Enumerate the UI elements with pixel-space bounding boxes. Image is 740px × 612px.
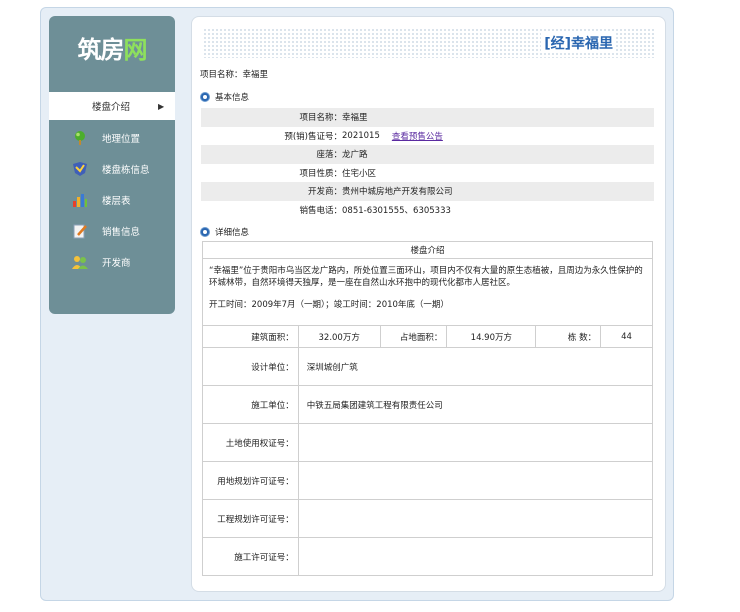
cell-label: 设计单位： [202, 347, 299, 386]
info-row: 项目名称： 幸福里 [201, 108, 654, 127]
info-key: 项目性质： [299, 168, 342, 179]
sidebar-item-label: 楼盘介绍 [92, 102, 131, 113]
description-text: “幸福里”位于贵阳市乌当区龙广路内，所处位置三面环山，项目内不仅有大量的原生态植… [209, 266, 643, 288]
info-row: 开发商： 贵州中城房地产开发有限公司 [201, 182, 654, 201]
basic-info-heading: 基本信息 [200, 91, 249, 103]
main-panel: [经]幸福里 项目名称：幸福里 基本信息 项目名称： 幸福里 预(销)售证号： 20… [191, 16, 666, 592]
cell-value: 中铁五局集团建筑工程有限责任公司 [297, 385, 654, 424]
description-cell: “幸福里”位于贵阳市乌当区龙广路内，所处位置三面环山，项目内不仅有大量的原生态植… [202, 258, 653, 326]
radio-bullet-icon [200, 227, 210, 237]
title-bar: [经]幸福里 [203, 28, 654, 58]
basic-info-list: 项目名称： 幸福里 预(销)售证号： 2021015 查看预售公告 座落： 龙广路 项目… [201, 108, 654, 219]
sidebar: 筑房网 楼盘介绍 ▶ 地理位置 楼盘栋信息 楼层表 销售信息 开发商 [49, 16, 175, 314]
info-key: 开发商： [307, 187, 342, 198]
info-key: 项目名称： [299, 113, 342, 124]
chart-icon [72, 192, 88, 208]
project-name-line: 项目名称：幸福里 [200, 70, 269, 80]
table-row: 设计单位： 深圳城创广筑 [202, 347, 654, 386]
info-key: 预(销)售证号： [284, 131, 342, 142]
sidebar-item-developer[interactable]: 开发商 [49, 249, 175, 275]
sidebar-item-floors[interactable]: 楼层表 [49, 187, 175, 213]
cell-label: 占地面积： [379, 325, 448, 348]
info-value: 幸福里 [342, 113, 368, 124]
info-key: 座落： [316, 150, 342, 161]
cell-value: 44 [600, 325, 653, 348]
table-row: 施工许可证号： [202, 537, 654, 576]
section-label: 详细信息 [215, 228, 250, 238]
cell-label: 建筑面积： [202, 325, 299, 348]
cell-label: 栋 数： [535, 325, 602, 348]
detail-info-heading: 详细信息 [200, 226, 249, 238]
info-value: 住宅小区 [342, 168, 377, 179]
info-value: 贵州中城房地产开发有限公司 [342, 187, 453, 198]
arrow-right-icon: ▶ [158, 101, 165, 111]
sidebar-item-intro[interactable]: 楼盘介绍 ▶ [49, 92, 175, 120]
table-title: 楼盘介绍 [202, 241, 653, 259]
cell-label: 施工许可证号： [202, 537, 299, 576]
sidebar-item-label: 开发商 [102, 258, 131, 269]
presale-notice-link[interactable]: 查看预售公告 [392, 130, 443, 142]
info-value: 0851-6301555、6305333 [342, 205, 451, 216]
table-row: 施工单位： 中铁五局集团建筑工程有限责任公司 [202, 385, 654, 424]
sidebar-item-sales[interactable]: 销售信息 [49, 218, 175, 244]
cell-label: 用地规划许可证号： [202, 461, 299, 500]
sidebar-item-label: 销售信息 [102, 227, 141, 238]
table-row: 建筑面积： 32.00万方 占地面积： 14.90万方 栋 数： 44 [202, 325, 653, 348]
sidebar-item-label: 楼盘栋信息 [102, 165, 150, 176]
info-row: 预(销)售证号： 2021015 查看预售公告 [201, 127, 654, 146]
info-row: 座落： 龙广路 [201, 145, 654, 164]
sidebar-item-label: 地理位置 [102, 134, 141, 145]
info-key: 销售电话： [299, 205, 342, 216]
sidebar-item-buildings[interactable]: 楼盘栋信息 [49, 156, 175, 182]
cell-value [297, 537, 654, 576]
table-row: 用地规划许可证号： [202, 461, 654, 500]
cell-value: 深圳城创广筑 [297, 347, 654, 386]
cell-value: 32.00万方 [297, 325, 381, 348]
detail-table: 楼盘介绍 “幸福里”位于贵阳市乌当区龙广路内，所处位置三面环山，项目内不仅有大量… [202, 241, 654, 576]
globe-icon [72, 130, 88, 146]
radio-bullet-icon [200, 92, 210, 102]
table-row: 土地使用权证号： [202, 423, 654, 462]
sidebar-item-location[interactable]: 地理位置 [49, 125, 175, 151]
page-title: [经]幸福里 [541, 33, 616, 53]
badge-icon [72, 161, 88, 177]
cell-label: 施工单位： [202, 385, 299, 424]
cell-value [297, 423, 654, 462]
cell-value [297, 499, 654, 538]
cell-label: 工程规划许可证号： [202, 499, 299, 538]
people-icon [72, 254, 88, 270]
table-row: 工程规划许可证号： [202, 499, 654, 538]
info-value: 龙广路 [342, 150, 368, 161]
cell-label: 土地使用权证号： [202, 423, 299, 462]
info-row: 销售电话： 0851-6301555、6305333 [201, 201, 654, 220]
document-edit-icon [72, 223, 88, 239]
cell-value: 14.90万方 [446, 325, 537, 348]
cell-value [297, 461, 654, 500]
site-logo[interactable]: 筑房网 [49, 30, 175, 65]
info-row: 项目性质： 住宅小区 [201, 164, 654, 183]
sidebar-item-label: 楼层表 [102, 196, 131, 207]
section-label: 基本信息 [215, 93, 250, 103]
info-value: 2021015 [342, 130, 380, 141]
dates-text: 开工时间：2009年7月（一期）；竣工时间：2010年底（一期） [209, 300, 449, 310]
